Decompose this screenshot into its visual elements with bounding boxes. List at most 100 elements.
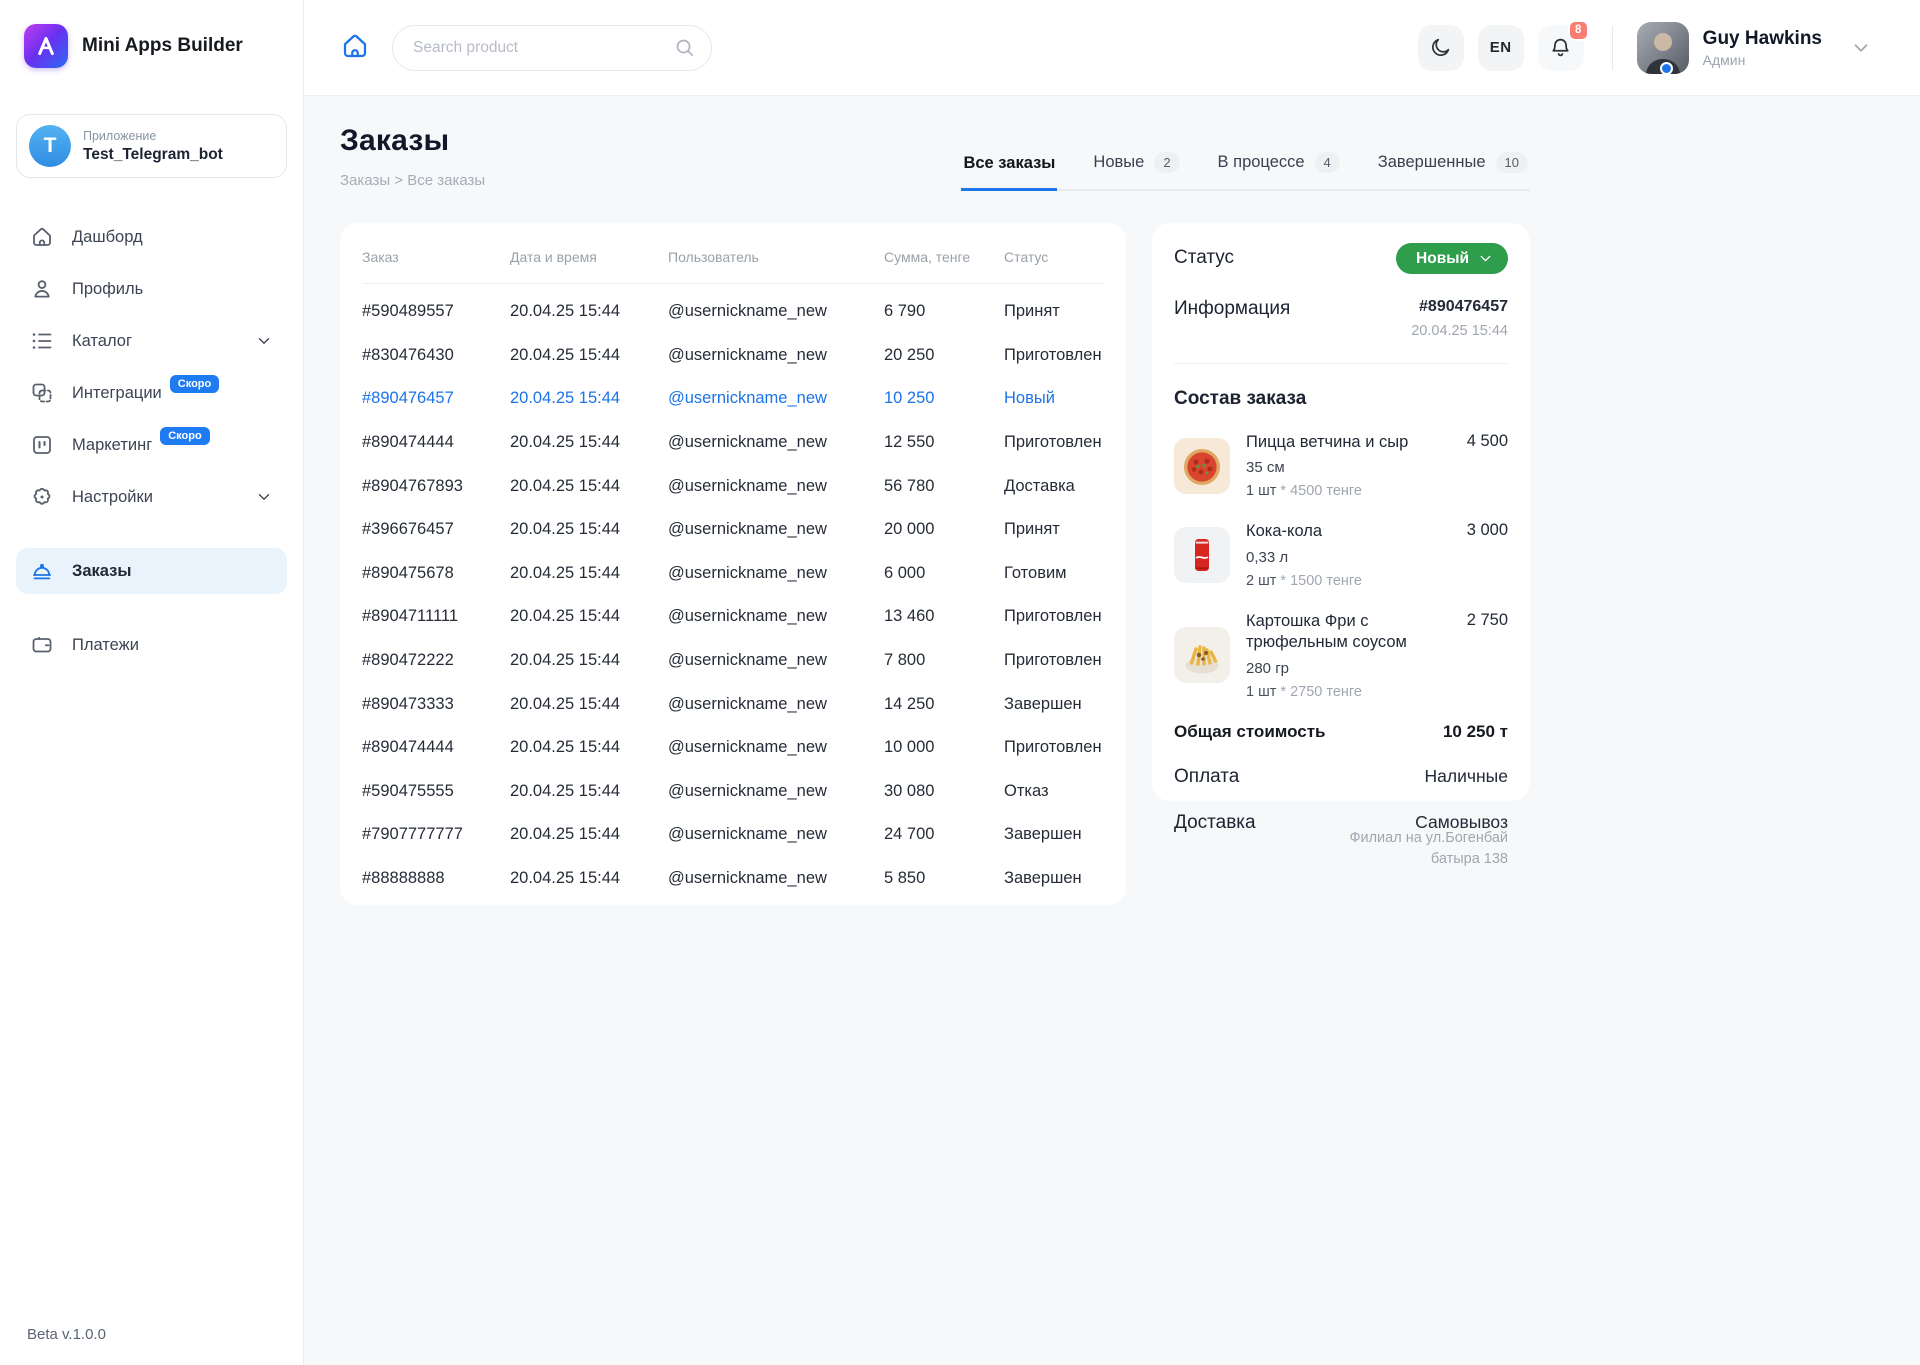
column-header-order: Заказ <box>362 249 510 265</box>
total-label: Общая стоимость <box>1174 722 1326 742</box>
home-button[interactable] <box>340 31 370 64</box>
delivery-label: Доставка <box>1174 812 1256 834</box>
table-row[interactable]: #88888888 20.04.25 15:44 @usernickname_n… <box>362 857 1104 901</box>
table-row[interactable]: #590489557 20.04.25 15:44 @usernickname_… <box>362 290 1104 334</box>
wallet-icon <box>30 633 54 657</box>
list-icon <box>30 329 54 353</box>
cell-order-id: #8904767893 <box>362 477 510 496</box>
user-menu[interactable]: Guy Hawkins Админ <box>1637 22 1872 74</box>
search-box <box>392 25 712 71</box>
app-card-name: Test_Telegram_bot <box>83 146 223 164</box>
home-icon <box>30 225 54 249</box>
language-label: EN <box>1490 39 1512 56</box>
column-header-datetime: Дата и время <box>510 249 668 265</box>
cell-order-id: #590489557 <box>362 302 510 321</box>
table-row[interactable]: #890474444 20.04.25 15:44 @usernickname_… <box>362 421 1104 465</box>
cell-order-id: #88888888 <box>362 869 510 888</box>
cell-sum: 56 780 <box>884 477 1004 496</box>
language-button[interactable]: EN <box>1478 25 1524 71</box>
cloche-icon <box>30 559 54 583</box>
page-content: Заказы Заказы > Все заказы Все заказы Но… <box>304 96 1530 905</box>
tab-all[interactable]: Все заказы <box>961 154 1057 191</box>
column-header-user: Пользователь <box>668 249 884 265</box>
chevron-down-icon <box>255 488 273 506</box>
table-row[interactable]: #890474444 20.04.25 15:44 @usernickname_… <box>362 726 1104 770</box>
cell-user: @usernickname_new <box>668 825 884 844</box>
table-row[interactable]: #8904711111 20.04.25 15:44 @usernickname… <box>362 595 1104 639</box>
cell-user: @usernickname_new <box>668 564 884 583</box>
column-header-sum: Сумма, тенге <box>884 249 1004 265</box>
order-item-total: 3 000 <box>1467 521 1508 588</box>
cell-datetime: 20.04.25 15:44 <box>510 346 668 365</box>
chevron-down-icon <box>1477 250 1494 267</box>
table-header: Заказ Дата и время Пользователь Сумма, т… <box>362 249 1104 284</box>
tab-count-badge: 4 <box>1315 152 1340 173</box>
cell-sum: 30 080 <box>884 782 1004 801</box>
tab-new[interactable]: Новые 2 <box>1091 152 1181 191</box>
sidebar-item-label: Каталог <box>72 332 132 351</box>
sidebar-item-label: Дашборд <box>72 228 143 247</box>
moon-icon <box>1429 36 1452 59</box>
pizza-image <box>1174 438 1230 494</box>
cell-sum: 14 250 <box>884 695 1004 714</box>
sidebar-item-settings[interactable]: Настройки <box>16 474 287 520</box>
table-row[interactable]: #890472222 20.04.25 15:44 @usernickname_… <box>362 639 1104 683</box>
soon-badge: Скоро <box>160 427 209 445</box>
table-row[interactable]: #890473333 20.04.25 15:44 @usernickname_… <box>362 682 1104 726</box>
cell-sum: 10 250 <box>884 389 1004 408</box>
cell-status: Принят <box>1004 520 1104 539</box>
cell-order-id: #890476457 <box>362 389 510 408</box>
sidebar-item-orders[interactable]: Заказы <box>16 548 287 594</box>
cell-datetime: 20.04.25 15:44 <box>510 520 668 539</box>
table-row[interactable]: #8904767893 20.04.25 15:44 @usernickname… <box>362 464 1104 508</box>
order-item-name: Картошка Фри с трюфельным соусом <box>1246 611 1451 654</box>
sidebar-item-integrations[interactable]: Интеграции Скоро <box>16 370 287 416</box>
tab-count-badge: 2 <box>1154 152 1179 173</box>
order-item-size: 280 гр <box>1246 660 1451 677</box>
order-item-name: Пицца ветчина и сыр <box>1246 432 1451 453</box>
table-row[interactable]: #890476457 20.04.25 15:44 @usernickname_… <box>362 377 1104 421</box>
table-row[interactable]: #396676457 20.04.25 15:44 @usernickname_… <box>362 508 1104 552</box>
cola-image <box>1174 527 1230 583</box>
sidebar-item-payments[interactable]: Платежи <box>16 622 287 668</box>
status-dropdown[interactable]: Новый <box>1396 243 1508 274</box>
avatar <box>1637 22 1689 74</box>
order-id: #890476457 <box>1411 298 1508 316</box>
notifications-button[interactable]: 8 <box>1538 25 1584 71</box>
theme-toggle-button[interactable] <box>1418 25 1464 71</box>
fries-image <box>1174 627 1230 683</box>
sidebar-item-profile[interactable]: Профиль <box>16 266 287 312</box>
table-row[interactable]: #890475678 20.04.25 15:44 @usernickname_… <box>362 552 1104 596</box>
cell-status: Готовим <box>1004 564 1104 583</box>
table-row[interactable]: #590475555 20.04.25 15:44 @usernickname_… <box>362 770 1104 814</box>
marketing-icon <box>30 433 54 457</box>
order-item: Картошка Фри с трюфельным соусом 280 гр … <box>1174 611 1508 700</box>
table-row[interactable]: #830476430 20.04.25 15:44 @usernickname_… <box>362 334 1104 378</box>
sidebar-item-marketing[interactable]: Маркетинг Скоро <box>16 422 287 468</box>
cell-order-id: #890475678 <box>362 564 510 583</box>
cell-datetime: 20.04.25 15:44 <box>510 651 668 670</box>
integrations-icon <box>30 381 54 405</box>
table-body: #590489557 20.04.25 15:44 @usernickname_… <box>362 284 1104 900</box>
order-item-size: 0,33 л <box>1246 549 1451 566</box>
sidebar-item-catalog[interactable]: Каталог <box>16 318 287 364</box>
cell-sum: 20 250 <box>884 346 1004 365</box>
table-row[interactable]: #7907777777 20.04.25 15:44 @usernickname… <box>362 813 1104 857</box>
bell-icon <box>1549 36 1572 59</box>
sidebar-item-dashboard[interactable]: Дашборд <box>16 214 287 260</box>
order-details-panel: Статус Новый Информация #890476457 20.04… <box>1152 223 1530 801</box>
order-item-size: 35 см <box>1246 459 1451 476</box>
tabs: Все заказы Новые 2 В процессе 4 Завершен… <box>961 152 1530 191</box>
cell-sum: 10 000 <box>884 738 1004 757</box>
tab-finished[interactable]: Завершенные 10 <box>1376 152 1530 191</box>
cell-user: @usernickname_new <box>668 477 884 496</box>
cell-sum: 12 550 <box>884 433 1004 452</box>
cell-order-id: #890474444 <box>362 738 510 757</box>
cell-user: @usernickname_new <box>668 651 884 670</box>
app-selector-card[interactable]: T Приложение Test_Telegram_bot <box>16 114 287 178</box>
cell-order-id: #590475555 <box>362 782 510 801</box>
search-input[interactable] <box>392 25 712 71</box>
order-items-title: Состав заказа <box>1174 388 1508 410</box>
cell-user: @usernickname_new <box>668 782 884 801</box>
tab-in-progress[interactable]: В процессе 4 <box>1216 152 1342 191</box>
